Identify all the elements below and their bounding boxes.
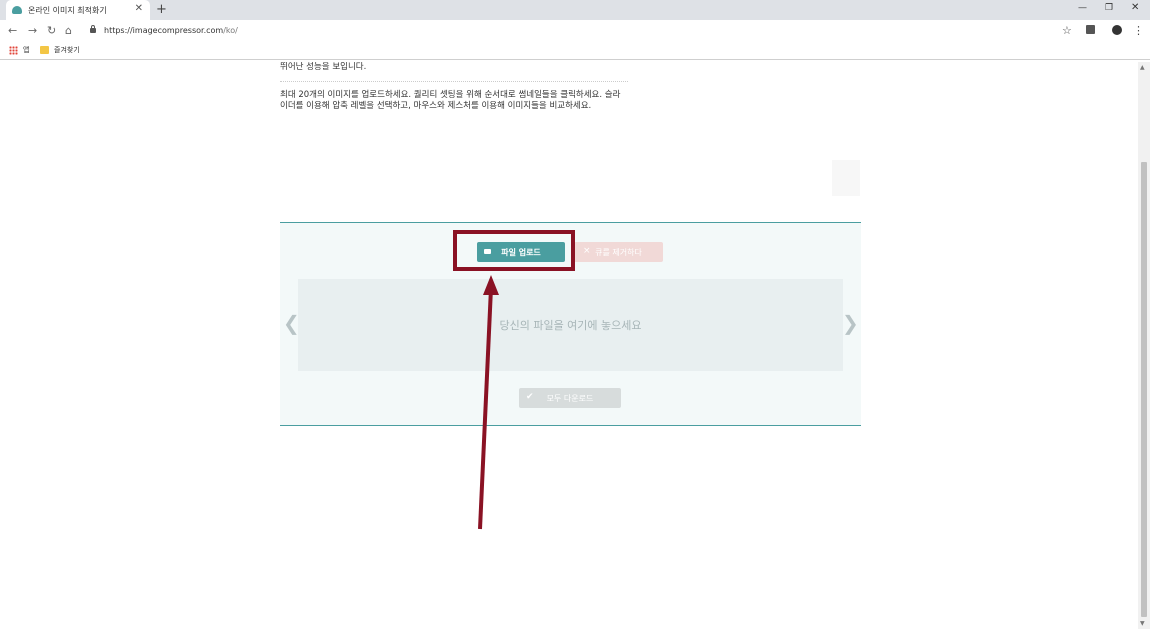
bookmarks-bar: 앱 즐겨찾기 xyxy=(0,42,1150,60)
tab-title: 온라인 이미지 최적화기 xyxy=(28,5,107,15)
address-bar[interactable]: https://imagecompressor.com/ko/ xyxy=(84,23,1074,39)
scroll-thumb[interactable] xyxy=(1141,162,1147,617)
close-window-icon[interactable]: ✕ xyxy=(1131,2,1139,13)
apps-grid-icon xyxy=(9,45,18,55)
tab-close-icon[interactable]: ✕ xyxy=(135,3,143,14)
bookmark-favorites[interactable]: 즐겨찾기 xyxy=(40,45,80,55)
profile-avatar[interactable] xyxy=(1112,25,1122,35)
bookmark-apps-label: 앱 xyxy=(23,46,30,54)
minimize-icon[interactable]: — xyxy=(1078,3,1087,13)
menu-icon[interactable]: ⋮ xyxy=(1133,24,1144,37)
bookmark-favorites-label: 즐겨찾기 xyxy=(54,46,80,54)
forward-icon[interactable]: → xyxy=(28,24,37,37)
browser-toolbar: ← → ↻ ⌂ https://imagecompressor.com/ko/ … xyxy=(0,20,1150,42)
bookmark-apps[interactable]: 앱 xyxy=(9,45,29,55)
url-text: https://imagecompressor.com/ko/ xyxy=(104,26,238,35)
back-icon[interactable]: ← xyxy=(8,24,17,37)
annotation-arrow xyxy=(478,275,499,530)
extension-icon[interactable] xyxy=(1086,25,1095,34)
browser-chrome: 온라인 이미지 최적화기 ✕ + — ❐ ✕ ← → ↻ ⌂ https://i… xyxy=(0,0,1150,62)
tab-strip: 온라인 이미지 최적화기 ✕ + — ❐ ✕ xyxy=(0,0,1150,20)
favicon-icon xyxy=(12,6,22,14)
restore-icon[interactable]: ❐ xyxy=(1105,3,1113,13)
reload-icon[interactable]: ↻ xyxy=(47,24,56,37)
home-icon[interactable]: ⌂ xyxy=(65,24,72,37)
vertical-scrollbar[interactable]: ▲ ▼ xyxy=(1138,62,1150,629)
scroll-down-icon[interactable]: ▼ xyxy=(1140,620,1145,627)
page-content: 뛰어난 성능을 보입니다. 최대 20개의 이미지를 업로드하세요. 퀄리티 셋… xyxy=(0,62,1138,629)
lock-icon xyxy=(90,25,96,33)
scroll-up-icon[interactable]: ▲ xyxy=(1140,64,1145,71)
browser-tab[interactable]: 온라인 이미지 최적화기 ✕ xyxy=(6,0,150,20)
star-icon[interactable]: ☆ xyxy=(1062,24,1072,37)
new-tab-icon[interactable]: + xyxy=(156,2,167,17)
folder-icon xyxy=(40,46,49,54)
